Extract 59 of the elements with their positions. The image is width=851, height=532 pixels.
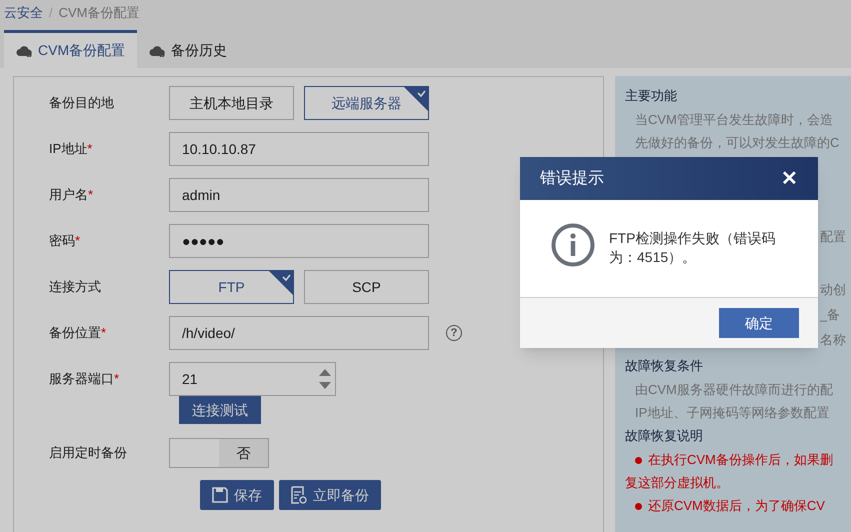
bullet-icon [635, 503, 642, 510]
required-mark: * [114, 370, 120, 388]
required-mark: * [75, 232, 80, 250]
backup-button[interactable]: 立即备份 [279, 480, 381, 510]
info-text: IP地址、子网掩码等网络参数配置 [634, 404, 830, 422]
field-label: 连接方式 [49, 278, 101, 296]
warning-text: 在执行CVM备份操作后，如果删 [625, 448, 851, 471]
input-field[interactable]: /h/video/ [169, 316, 429, 350]
input-field[interactable]: admin [169, 178, 429, 212]
document-icon [291, 486, 307, 504]
help-icon[interactable]: ? [446, 325, 462, 341]
info-text: _备 [820, 306, 842, 324]
save-button[interactable]: 保存 [200, 480, 274, 510]
warning-text: 还原CVM数据后，为了确保CV [625, 494, 851, 517]
tab[interactable]: CVM备份配置 [4, 30, 138, 68]
toggle-switch[interactable]: 否 [169, 438, 269, 468]
cloud-icon [16, 44, 32, 56]
info-text: 先做好的备份，可以对发生故障的C [634, 134, 840, 152]
field-label: 服务器端口 [49, 370, 114, 388]
tab[interactable]: 备份历史 [137, 30, 240, 68]
section-title: 故障恢复说明 [625, 427, 704, 445]
dialog-title: 错误提示 [540, 168, 604, 188]
field-label: 用户名 [49, 186, 88, 204]
info-text: 当CVM管理平台发生故障时，会造 [634, 111, 834, 129]
info-text: 由CVM服务器硬件故障而进行的配 [634, 381, 834, 399]
breadcrumb-link[interactable]: 云安全 [4, 3, 43, 23]
field-label: 备份位置 [49, 324, 101, 342]
required-mark: * [87, 140, 92, 158]
option-button[interactable]: FTP [169, 270, 294, 304]
field-label: IP地址 [49, 140, 88, 158]
option-button[interactable]: SCP [304, 270, 429, 304]
cloud-icon [149, 44, 166, 56]
check-corner-icon [404, 87, 428, 111]
section-title: 主要功能 [625, 87, 678, 105]
close-button[interactable]: ✕ [781, 164, 798, 194]
dialog-message: FTP检测操作失败（错误码为：4515）。 [609, 229, 776, 267]
check-corner-icon [269, 271, 293, 295]
breadcrumb-separator: / [49, 4, 53, 22]
warning-text: 复这部分虚拟机。 [625, 474, 730, 492]
option-button[interactable]: 主机本地目录 [169, 86, 294, 120]
section-title: 故障恢复条件 [625, 357, 704, 375]
info-text: 配置 [820, 228, 847, 246]
required-mark: * [101, 324, 106, 342]
breadcrumb-item: CVM备份配置 [58, 4, 140, 22]
input-field[interactable]: 10.10.10.87 [169, 132, 429, 166]
info-icon [551, 223, 595, 267]
info-text: 名称 [820, 331, 847, 349]
field-label: 密码 [49, 232, 75, 250]
input-field[interactable]: ●●●●● [169, 224, 429, 258]
info-text: 动创 [820, 281, 847, 299]
bullet-icon [635, 457, 642, 464]
required-mark: * [88, 186, 94, 204]
field-label: 启用定时备份 [49, 444, 127, 462]
option-button[interactable]: 远端服务器 [304, 86, 429, 120]
number-field[interactable]: 21 [169, 362, 336, 396]
field-label: 备份目的地 [49, 94, 114, 112]
test-connection-button[interactable]: 连接测试 [179, 396, 261, 424]
spinner-arrows-icon[interactable] [317, 367, 333, 391]
ok-button[interactable]: 确定 [719, 308, 799, 338]
